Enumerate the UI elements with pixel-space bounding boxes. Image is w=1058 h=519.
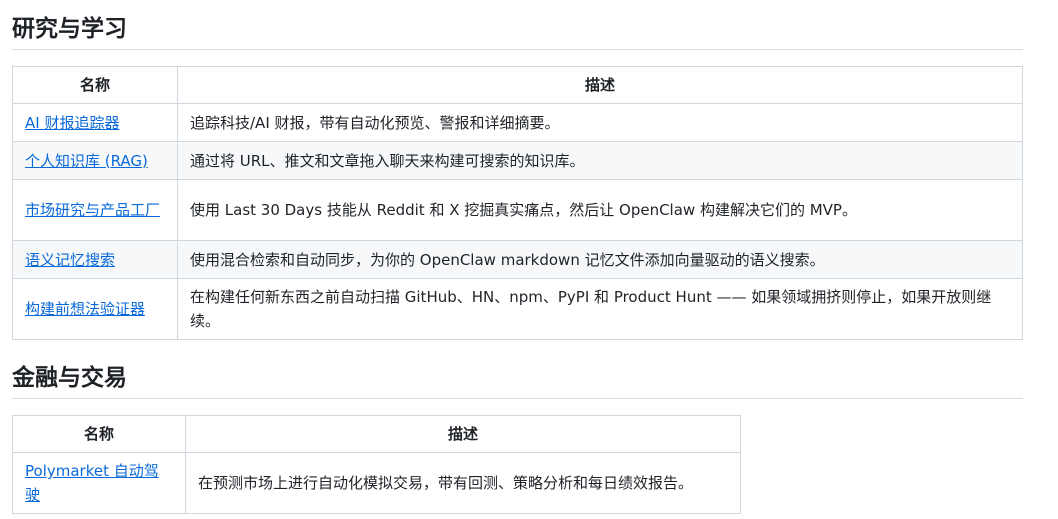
- column-header-description: 描述: [185, 415, 741, 453]
- research-table: 名称 描述 AI 财报追踪器 追踪科技/AI 财报，带有自动化预览、警报和详细摘…: [12, 66, 1023, 340]
- section-title-research: 研究与学习: [12, 16, 127, 42]
- table-header-row: 名称 描述: [12, 415, 741, 453]
- finance-table: 名称 描述 Polymarket 自动驾驶 在预测市场上进行自动化模拟交易，带有…: [12, 415, 741, 514]
- description-cell: 使用 Last 30 Days 技能从 Reddit 和 X 挖掘真实痛点，然后…: [177, 179, 1023, 241]
- project-link-personal-knowledge-base[interactable]: 个人知识库 (RAG): [25, 152, 148, 170]
- table-row: 构建前想法验证器 在构建任何新东西之前自动扫描 GitHub、HN、npm、Py…: [12, 278, 1023, 340]
- table-row: AI 财报追踪器 追踪科技/AI 财报，带有自动化预览、警报和详细摘要。: [12, 103, 1023, 142]
- name-cell: Polymarket 自动驾驶: [12, 452, 186, 514]
- table-row: Polymarket 自动驾驶 在预测市场上进行自动化模拟交易，带有回测、策略分…: [12, 452, 741, 514]
- column-header-name: 名称: [12, 66, 178, 104]
- description-cell: 通过将 URL、推文和文章拖入聊天来构建可搜索的知识库。: [177, 141, 1023, 180]
- project-link-ai-earnings-tracker[interactable]: AI 财报追踪器: [25, 114, 119, 132]
- description-cell: 使用混合检索和自动同步，为你的 OpenClaw markdown 记忆文件添加…: [177, 240, 1023, 279]
- description-cell: 在预测市场上进行自动化模拟交易，带有回测、策略分析和每日绩效报告。: [185, 452, 741, 514]
- name-cell: 构建前想法验证器: [12, 278, 178, 340]
- project-link-idea-validator[interactable]: 构建前想法验证器: [25, 300, 145, 318]
- table-row: 市场研究与产品工厂 使用 Last 30 Days 技能从 Reddit 和 X…: [12, 179, 1023, 241]
- project-link-market-research-factory[interactable]: 市场研究与产品工厂: [25, 201, 160, 219]
- table-row: 语义记忆搜索 使用混合检索和自动同步，为你的 OpenClaw markdown…: [12, 240, 1023, 279]
- description-cell: 在构建任何新东西之前自动扫描 GitHub、HN、npm、PyPI 和 Prod…: [177, 278, 1023, 340]
- project-link-polymarket-autopilot[interactable]: Polymarket 自动驾驶: [25, 462, 159, 504]
- name-cell: 语义记忆搜索: [12, 240, 178, 279]
- section-title-finance: 金融与交易: [12, 365, 127, 391]
- project-link-semantic-memory-search[interactable]: 语义记忆搜索: [25, 251, 115, 269]
- name-cell: AI 财报追踪器: [12, 103, 178, 142]
- name-cell: 市场研究与产品工厂: [12, 179, 178, 241]
- column-header-description: 描述: [177, 66, 1023, 104]
- name-cell: 个人知识库 (RAG): [12, 141, 178, 180]
- table-header-row: 名称 描述: [12, 66, 1023, 104]
- description-cell: 追踪科技/AI 财报，带有自动化预览、警报和详细摘要。: [177, 103, 1023, 142]
- section-divider: [12, 49, 1023, 50]
- column-header-name: 名称: [12, 415, 186, 453]
- table-row: 个人知识库 (RAG) 通过将 URL、推文和文章拖入聊天来构建可搜索的知识库。: [12, 141, 1023, 180]
- section-divider: [12, 398, 1023, 399]
